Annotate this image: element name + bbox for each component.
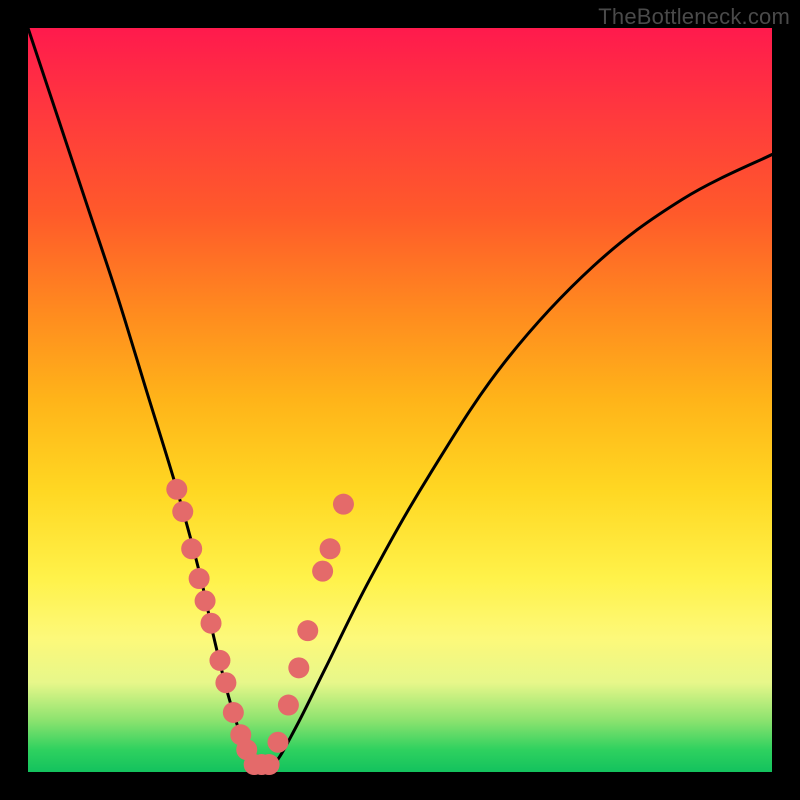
scatter-dot [209,650,230,671]
scatter-dot [201,613,222,634]
plot-area [28,28,772,772]
scatter-dot [223,702,244,723]
scatter-dot [189,568,210,589]
scatter-dot [181,538,202,559]
scatter-dot [278,695,299,716]
watermark-text: TheBottleneck.com [598,4,790,30]
scatter-dot [320,538,341,559]
scatter-dot [195,590,216,611]
scatter-dot [267,732,288,753]
scatter-dot [288,657,309,678]
scatter-dot [333,494,354,515]
scatter-dot [172,501,193,522]
chart-svg [28,28,772,772]
scatter-dot [215,672,236,693]
scatter-dot [312,561,333,582]
scatter-dot [297,620,318,641]
scatter-dot [259,754,280,775]
bottleneck-curve-path [28,28,772,769]
chart-container: TheBottleneck.com [0,0,800,800]
scatter-dot [166,479,187,500]
scatter-dots [166,479,354,775]
